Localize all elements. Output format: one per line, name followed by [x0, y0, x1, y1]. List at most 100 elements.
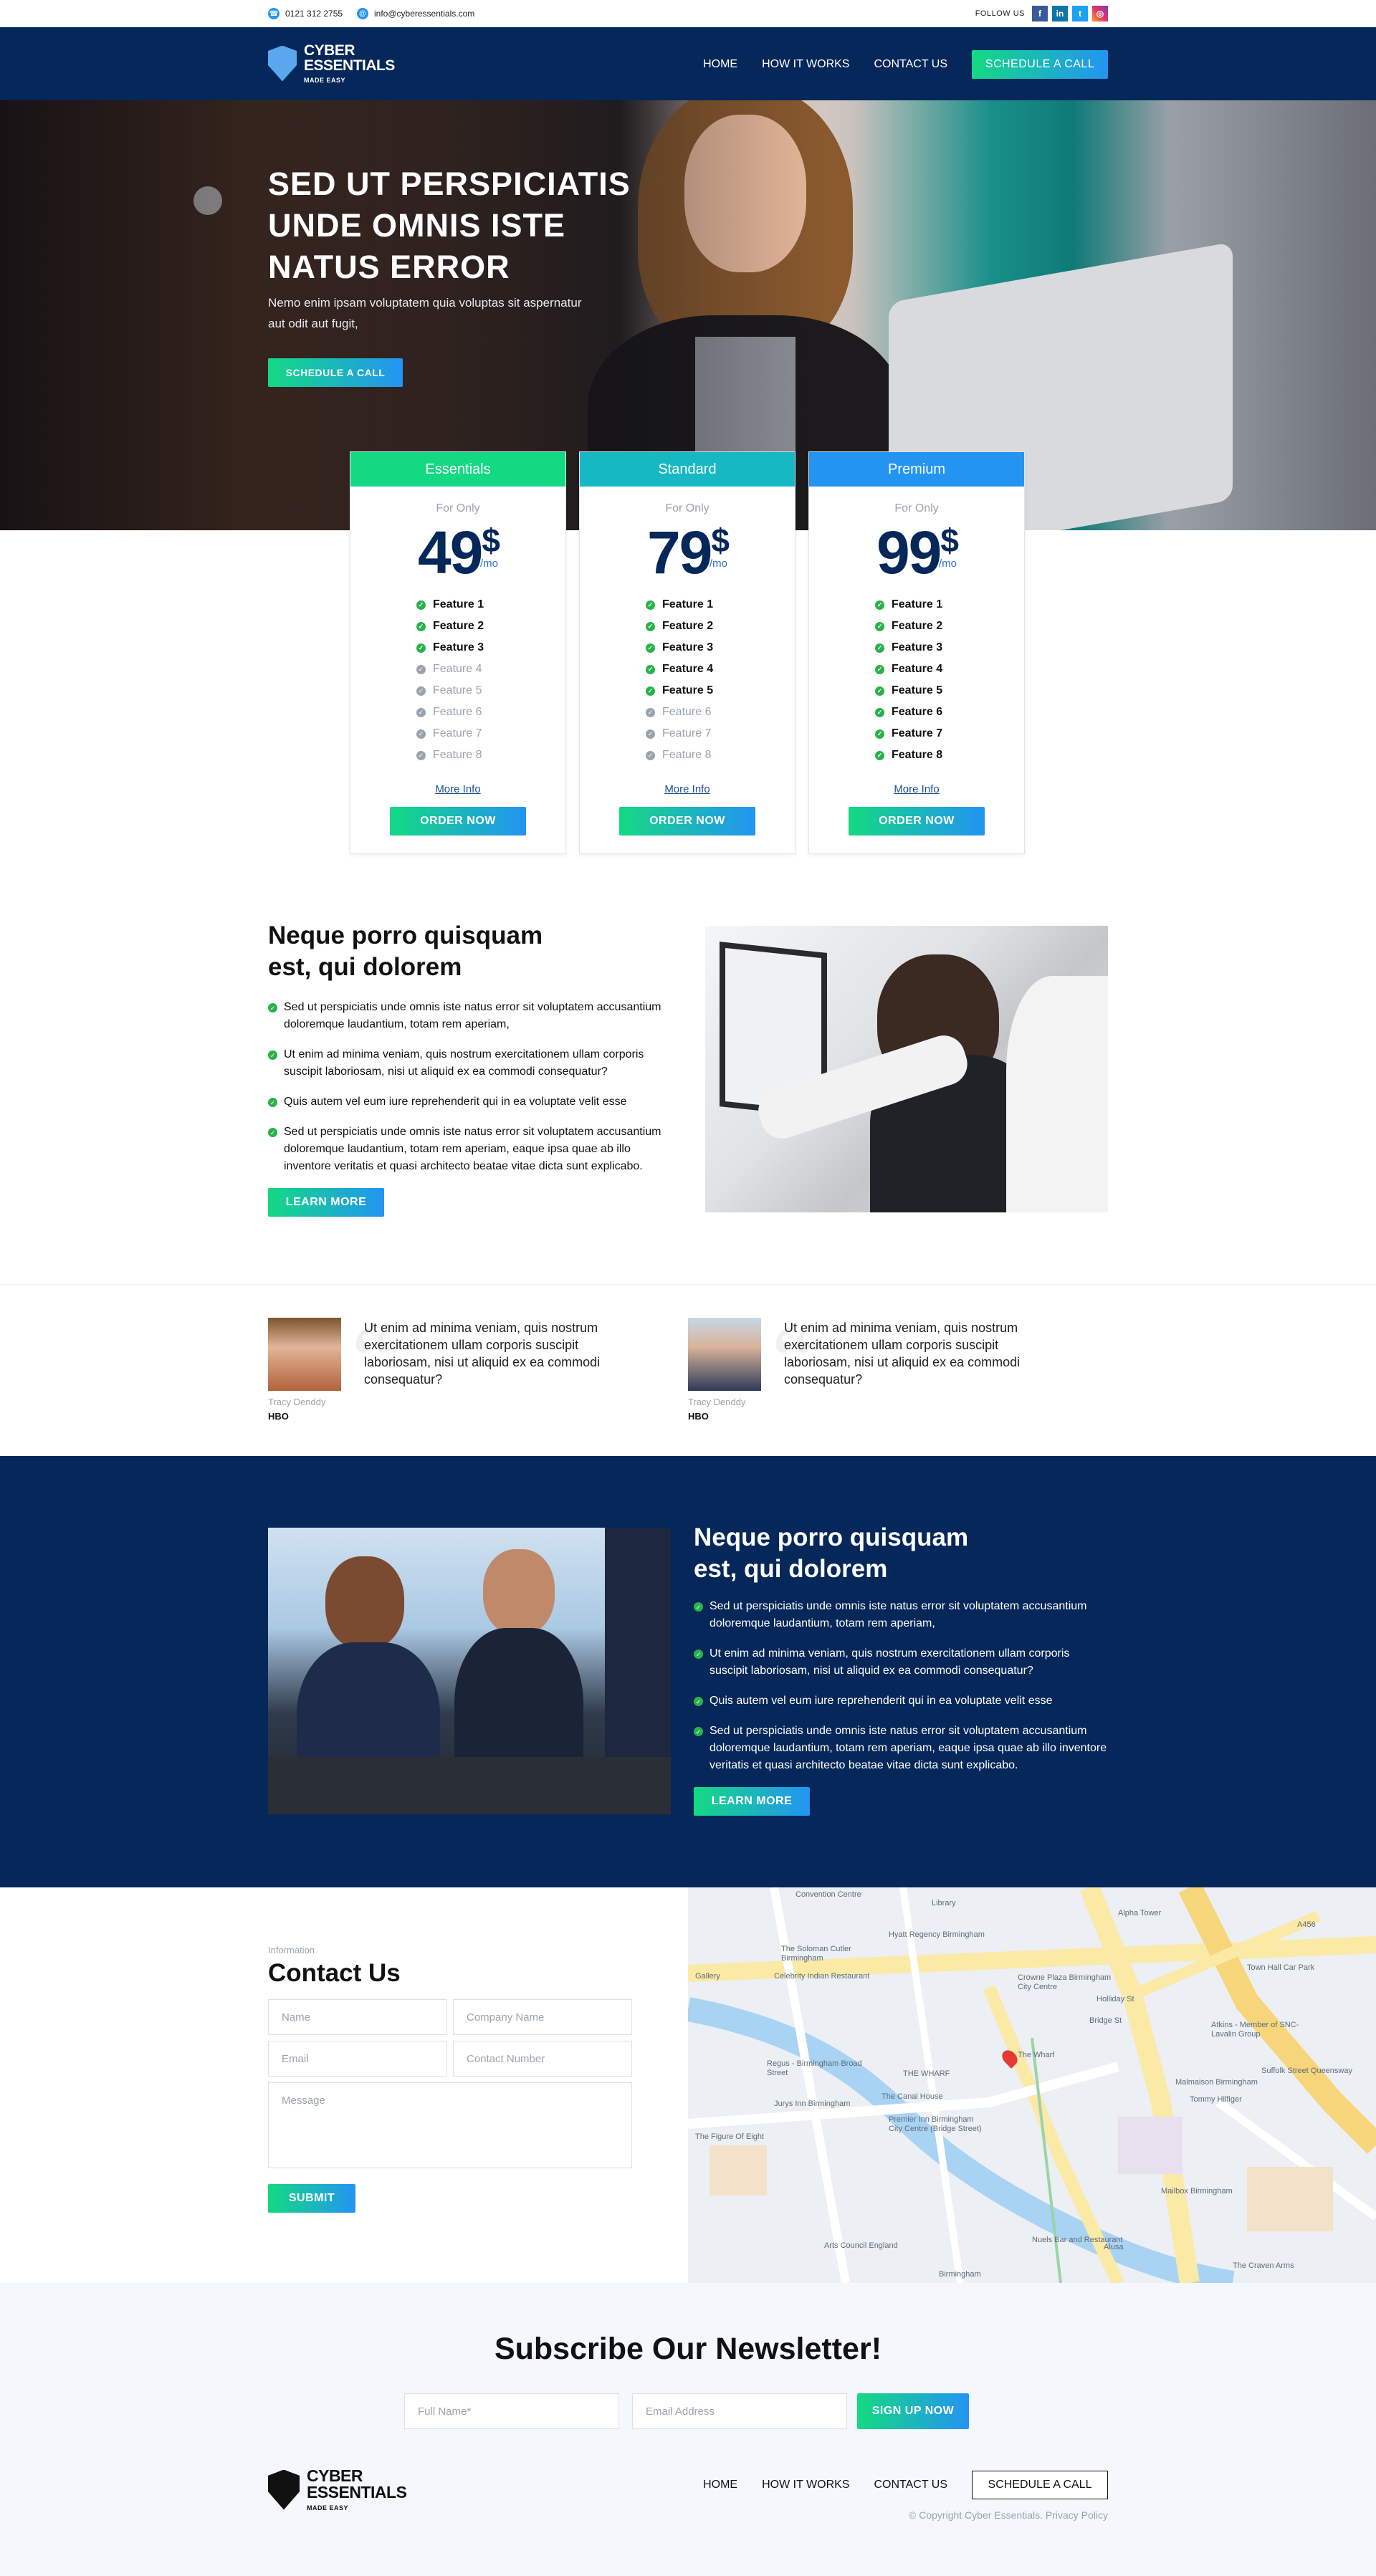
map-label: Crowne Plaza Birmingham City Centre [1018, 1973, 1112, 1991]
logo-line2: ESSENTIALS [307, 2483, 407, 2501]
pricing-card: Essentials For Only 49 $ /mo ✓ Feature 1 ✓ F… [350, 451, 566, 854]
feature-section-1: Neque porro quisquam est, qui dolorem ✓ S… [268, 920, 677, 1217]
message-field[interactable]: Message [268, 2082, 632, 2168]
feature2-content: Neque porro quisquam est, qui dolorem ✓ S… [694, 1522, 1108, 1816]
logo-tagline: MADE EASY [304, 77, 346, 84]
nav-schedule-call-button[interactable]: SCHEDULE A CALL [972, 50, 1108, 79]
pricing-card: Premium For Only 99 $ /mo ✓ Feature 1 ✓ Feat… [808, 451, 1025, 854]
logo-text: CYBER ESSENTIALS MADE EASY [304, 43, 395, 84]
list-item: ✓ Feature 8 [646, 744, 795, 766]
feature1-learn-more-button[interactable]: LEARN MORE [268, 1188, 384, 1217]
check-icon: ✓ [416, 686, 426, 696]
footer-how-it-works[interactable]: HOW IT WORKS [762, 2479, 849, 2491]
newsletter-signup-button[interactable]: SIGN UP NOW [857, 2393, 969, 2429]
plan-price: 79 $ /mo [580, 522, 795, 587]
list-item: ✓ Feature 4 [646, 659, 795, 680]
contact-number-field[interactable]: Contact Number [453, 2041, 632, 2077]
list-item: ✓ Sed ut perspiciatis unde omnis iste nat… [694, 1723, 1108, 1774]
phone-contact[interactable]: ☎ 0121 312 2755 [268, 0, 343, 27]
check-icon: ✓ [416, 750, 426, 760]
feature-list: ✓ Feature 1 ✓ Feature 2 ✓ Feature 3 ✓ Feature 4… [646, 594, 795, 766]
location-map[interactable]: Convention Centre Library Alpha Tower The S… [688, 1887, 1376, 2283]
order-now-button[interactable]: ORDER NOW [619, 807, 755, 835]
check-icon: ✓ [875, 664, 884, 674]
logo-line1: CYBER [307, 2466, 363, 2485]
more-info-link[interactable]: More Info [809, 783, 1024, 795]
submit-button[interactable]: SUBMIT [268, 2184, 355, 2213]
instagram-icon[interactable]: ◎ [1092, 6, 1108, 21]
list-item: ✓ Feature 4 [875, 659, 1024, 680]
list-item: ✓ Feature 5 [416, 680, 565, 702]
price-currency: $ [482, 522, 500, 559]
check-icon: ✓ [875, 600, 884, 610]
email-field[interactable]: Email [268, 2041, 447, 2077]
map-label: THE WHARF [903, 2069, 950, 2078]
nav-menu: HOME HOW IT WORKS CONTACT US SCHEDULE A … [679, 50, 1108, 79]
email-contact[interactable]: @ info@cyberessentials.com [357, 0, 474, 27]
price-currency: $ [711, 522, 730, 559]
newsletter-name-field[interactable]: Full Name* [404, 2393, 619, 2429]
copyright: © Copyright Cyber Essentials. Privacy Po… [909, 2509, 1108, 2521]
check-icon: ✓ [416, 621, 426, 631]
footer-contact-us[interactable]: CONTACT US [874, 2479, 947, 2491]
check-icon: ✓ [875, 621, 884, 631]
order-now-button[interactable]: ORDER NOW [849, 807, 985, 835]
avatar [688, 1318, 761, 1391]
nav-contact-us[interactable]: CONTACT US [874, 58, 947, 71]
map-label: Holliday St [1096, 1995, 1134, 2003]
newsletter-email-field[interactable]: Email Address [632, 2393, 847, 2429]
email-address: info@cyberessentials.com [374, 9, 475, 19]
list-item: ✓ Sed ut perspiciatis unde omnis iste nat… [268, 999, 677, 1033]
check-icon: ✓ [268, 1098, 277, 1107]
list-item: ✓ Quis autem vel eum iure reprehenderit q… [694, 1692, 1108, 1710]
hero-subtitle: Nemo enim ipsam voluptatem quia voluptas… [268, 296, 582, 330]
name-field[interactable]: Name [268, 1999, 447, 2035]
check-icon: ✓ [875, 643, 884, 653]
list-item: ✓ Quis autem vel eum iure reprehenderit q… [268, 1093, 677, 1111]
list-item: ✓ Feature 1 [875, 594, 1024, 616]
order-now-button[interactable]: ORDER NOW [390, 807, 526, 835]
testimonial-name: Tracy Denddy [688, 1397, 746, 1407]
nav-how-it-works[interactable]: HOW IT WORKS [762, 58, 849, 71]
more-info-link[interactable]: More Info [580, 783, 795, 795]
map-label: The Craven Arms [1233, 2261, 1294, 2270]
feature2-learn-more-button[interactable]: LEARN MORE [694, 1787, 810, 1816]
check-icon: ✓ [416, 664, 426, 674]
map-label: The Wharf [1018, 2051, 1055, 2059]
check-icon: ✓ [875, 686, 884, 696]
logo-line2: ESSENTIALS [304, 57, 395, 74]
map-label: Regus - Birmingham Broad Street [767, 2059, 862, 2077]
linkedin-icon[interactable]: in [1052, 6, 1068, 21]
pricing-card: Standard For Only 79 $ /mo ✓ Feature 1 ✓ Fea… [579, 451, 796, 854]
more-info-link[interactable]: More Info [350, 783, 565, 795]
check-icon: ✓ [268, 1003, 277, 1012]
site-logo[interactable]: CYBER ESSENTIALS MADE EASY [268, 43, 395, 84]
logo-line1: CYBER [304, 42, 355, 59]
check-icon: ✓ [646, 707, 655, 717]
hero-schedule-call-button[interactable]: SCHEDULE A CALL [268, 358, 403, 387]
facebook-icon[interactable]: f [1032, 6, 1048, 21]
feature2-title-line2: est, qui dolorem [694, 1555, 888, 1583]
price-period: /mo [710, 557, 728, 570]
list-item: ✓ Feature 5 [875, 680, 1024, 702]
feature1-title-line2: est, qui dolorem [268, 953, 462, 981]
plan-name: Essentials [350, 452, 565, 487]
check-icon: ✓ [416, 600, 426, 610]
list-item: ✓ Feature 7 [875, 723, 1024, 744]
top-bar: ☎ 0121 312 2755 @ info@cyberessentials.c… [0, 0, 1376, 27]
feature2-list: ✓ Sed ut perspiciatis unde omnis iste nat… [694, 1598, 1108, 1774]
nav-home[interactable]: HOME [703, 58, 737, 71]
price-amount: 99 [876, 519, 942, 586]
list-item: ✓ Sed ut perspiciatis unde omnis iste nat… [694, 1598, 1108, 1632]
twitter-icon[interactable]: t [1072, 6, 1088, 21]
list-item: ✓ Feature 6 [416, 702, 565, 723]
list-item: ✓ Feature 6 [646, 702, 795, 723]
company-field[interactable]: Company Name [453, 1999, 632, 2035]
footer-schedule-call-button[interactable]: SCHEDULE A CALL [972, 2471, 1108, 2499]
feature2-title-line1: Neque porro quisquam [694, 1523, 969, 1551]
social-links: FOLLOW US f in t ◎ [975, 0, 1108, 27]
check-icon: ✓ [875, 750, 884, 760]
footer-logo[interactable]: CYBER ESSENTIALS MADE EASY [268, 2466, 407, 2512]
footer-home[interactable]: HOME [703, 2479, 737, 2491]
list-item: ✓ Feature 1 [646, 594, 795, 616]
